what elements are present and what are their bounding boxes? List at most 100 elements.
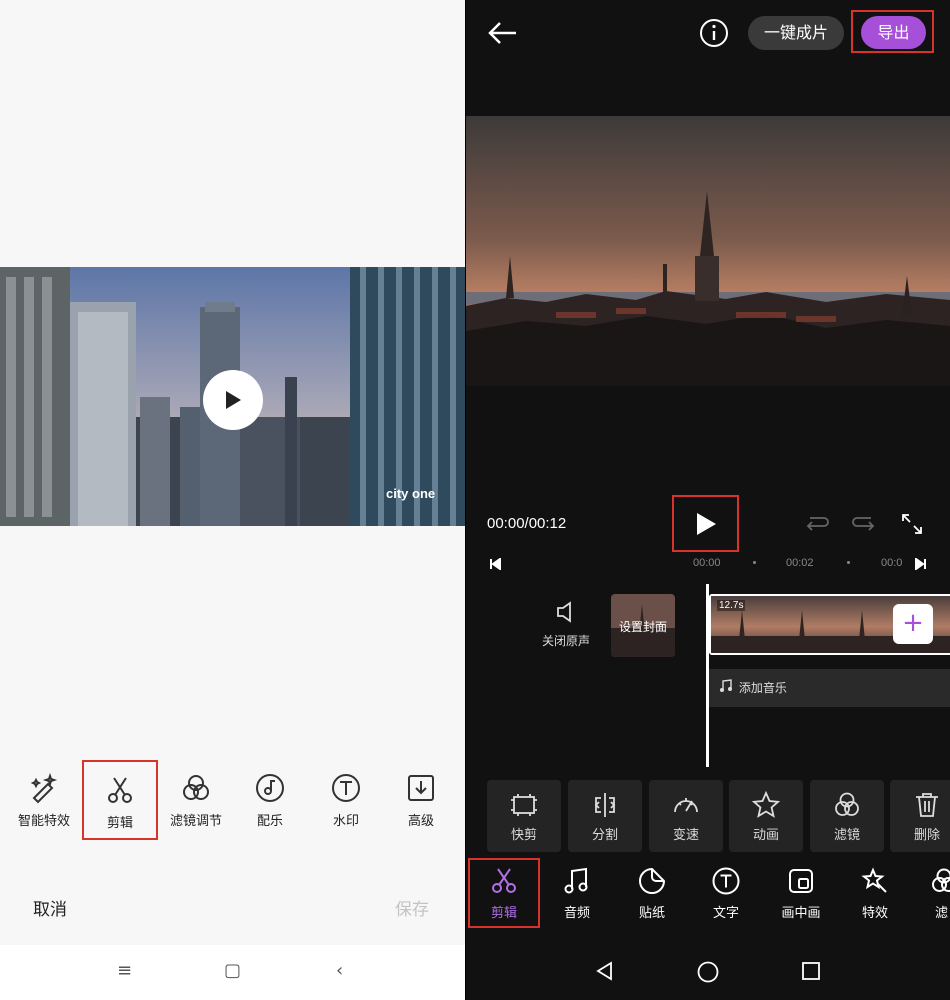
- ruler-dot: [753, 561, 756, 564]
- ruler-dot: [847, 561, 850, 564]
- tab-label: 音频: [563, 906, 590, 921]
- tool-label: 快剪: [510, 828, 537, 843]
- home-icon[interactable]: ▢: [224, 960, 241, 981]
- tool-label: 水印: [332, 814, 359, 829]
- tool-label: 剪辑: [106, 816, 133, 831]
- scissors-icon: [108, 777, 132, 803]
- skip-start-icon[interactable]: [489, 558, 501, 570]
- tool-label: 分割: [591, 828, 618, 843]
- system-nav-bar: [466, 945, 950, 1000]
- tab-effects[interactable]: 特效: [840, 862, 910, 926]
- video-watermark: city one: [386, 486, 436, 501]
- split-icon: [594, 793, 616, 817]
- download-box-icon: [408, 775, 434, 801]
- add-music-track[interactable]: 添加音乐: [709, 669, 950, 707]
- tool-label: 变速: [672, 828, 699, 843]
- tool-watermark[interactable]: 水印: [311, 766, 381, 836]
- tool-label: 配乐: [256, 814, 283, 829]
- music-note-icon: [564, 867, 588, 894]
- redo-icon[interactable]: [851, 514, 877, 534]
- timeline-ruler[interactable]: 00:00 00:02 00:0: [466, 550, 950, 580]
- music-disc-icon: [256, 774, 284, 802]
- back-icon[interactable]: ‹: [336, 960, 343, 981]
- tool-animation[interactable]: 动画: [729, 780, 803, 852]
- play-icon: [696, 512, 716, 535]
- play-button[interactable]: [203, 370, 263, 430]
- ruler-tick: 00:0: [881, 557, 903, 569]
- add-music-label: 添加音乐: [738, 681, 787, 695]
- back-arrow-icon[interactable]: [486, 16, 520, 50]
- save-button[interactable]: 保存: [395, 895, 429, 920]
- tab-label: 特效: [861, 906, 888, 921]
- one-click-button[interactable]: 一键成片: [748, 16, 844, 50]
- tab-picture-in-picture[interactable]: 画中画: [766, 862, 836, 926]
- video-preview[interactable]: [466, 116, 950, 386]
- tool-advanced[interactable]: 高级: [386, 766, 456, 836]
- time-display: 00:00/00:12: [487, 515, 567, 532]
- nav-home-circle-icon[interactable]: [696, 960, 720, 984]
- magic-wand-icon: [30, 772, 58, 804]
- ruler-tick: 00:02: [786, 557, 814, 569]
- tool-filter-adjust[interactable]: 滤镜调节: [161, 766, 231, 836]
- star-icon: [751, 790, 781, 818]
- tool-speed[interactable]: 变速: [649, 780, 723, 852]
- tool-filter[interactable]: 滤镜: [810, 780, 884, 852]
- text-t-icon: [332, 774, 360, 802]
- skip-end-icon[interactable]: [915, 558, 927, 570]
- tool-music[interactable]: 配乐: [235, 766, 305, 836]
- filter-circles-icon: [835, 792, 859, 816]
- trash-icon: [916, 793, 938, 817]
- tool-label: 高级: [407, 814, 434, 829]
- music-note-small-icon: [719, 670, 733, 708]
- tool-quick-cut[interactable]: 快剪: [487, 780, 561, 852]
- tab-filter[interactable]: 滤: [915, 862, 950, 926]
- speaker-icon: [557, 601, 571, 623]
- quick-cut-icon: [511, 794, 537, 816]
- sparkle-wand-icon: [861, 867, 887, 893]
- tab-label: 贴纸: [638, 906, 665, 921]
- menu-icon[interactable]: ≡: [117, 960, 132, 981]
- tool-cut[interactable]: 剪辑: [82, 760, 158, 840]
- nav-back-triangle-icon[interactable]: [594, 960, 616, 982]
- tab-label: 滤: [935, 906, 949, 921]
- tool-delete[interactable]: 删除: [890, 780, 950, 852]
- set-cover-button[interactable]: 设置封面: [611, 594, 675, 657]
- text-t-icon: [712, 867, 740, 895]
- right-screen: 一键成片 导出 00:00/00:12 00:00 00:02 00:0 关闭原…: [466, 0, 950, 1000]
- tab-label: 文字: [712, 906, 739, 921]
- ruler-tick: 00:00: [693, 557, 721, 569]
- tab-audio[interactable]: 音频: [542, 862, 612, 926]
- filter-circles-icon: [183, 775, 209, 800]
- tool-label: 滤镜: [833, 828, 860, 843]
- nav-recents-square-icon[interactable]: [800, 960, 822, 982]
- mute-original-button[interactable]: 关闭原声: [536, 600, 596, 649]
- add-clip-button[interactable]: +: [893, 604, 933, 644]
- filter-circles-icon: [932, 868, 950, 892]
- tool-smart-effects[interactable]: 智能特效: [9, 766, 79, 836]
- tool-label: 滤镜调节: [169, 814, 222, 829]
- play-button[interactable]: [672, 495, 739, 552]
- play-icon: [226, 391, 241, 409]
- sticker-icon: [639, 867, 666, 894]
- clip-duration: 12.7s: [717, 600, 746, 611]
- speedometer-icon: [674, 798, 698, 813]
- tab-label: 剪辑: [490, 906, 517, 921]
- tab-text[interactable]: 文字: [691, 862, 761, 926]
- tool-label: 动画: [752, 828, 779, 843]
- fullscreen-icon[interactable]: [900, 512, 924, 536]
- cancel-button[interactable]: 取消: [33, 895, 67, 920]
- undo-icon[interactable]: [804, 514, 830, 534]
- system-nav-bar: ≡ ▢ ‹: [0, 945, 465, 1000]
- tool-split[interactable]: 分割: [568, 780, 642, 852]
- scissors-icon: [492, 868, 516, 893]
- cover-label: 设置封面: [618, 620, 667, 634]
- picture-in-picture-icon: [789, 869, 813, 893]
- info-icon[interactable]: [699, 18, 729, 48]
- export-button[interactable]: 导出: [861, 16, 926, 49]
- mute-label: 关闭原声: [541, 634, 590, 648]
- tab-cut[interactable]: 剪辑: [468, 858, 540, 928]
- tab-sticker[interactable]: 贴纸: [617, 862, 687, 926]
- tool-label: 智能特效: [17, 814, 70, 829]
- left-screen: city one 智能特效 剪辑 滤镜调节 配乐 水印 高级 取消 保存 ≡ ▢…: [0, 0, 465, 1000]
- tool-label: 删除: [913, 828, 940, 843]
